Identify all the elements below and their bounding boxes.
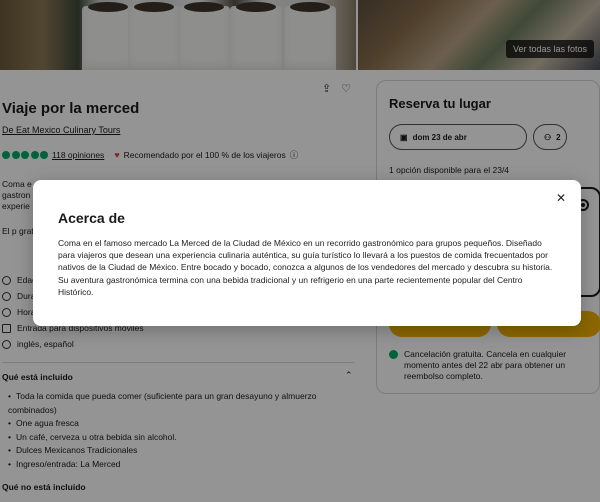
- modal-title: Acerca de: [58, 210, 125, 226]
- modal-description: Coma en el famoso mercado La Merced de l…: [58, 238, 553, 297]
- close-icon[interactable]: ✕: [553, 190, 569, 206]
- about-modal: Acerca de ✕ Coma en el famoso mercado La…: [33, 180, 581, 326]
